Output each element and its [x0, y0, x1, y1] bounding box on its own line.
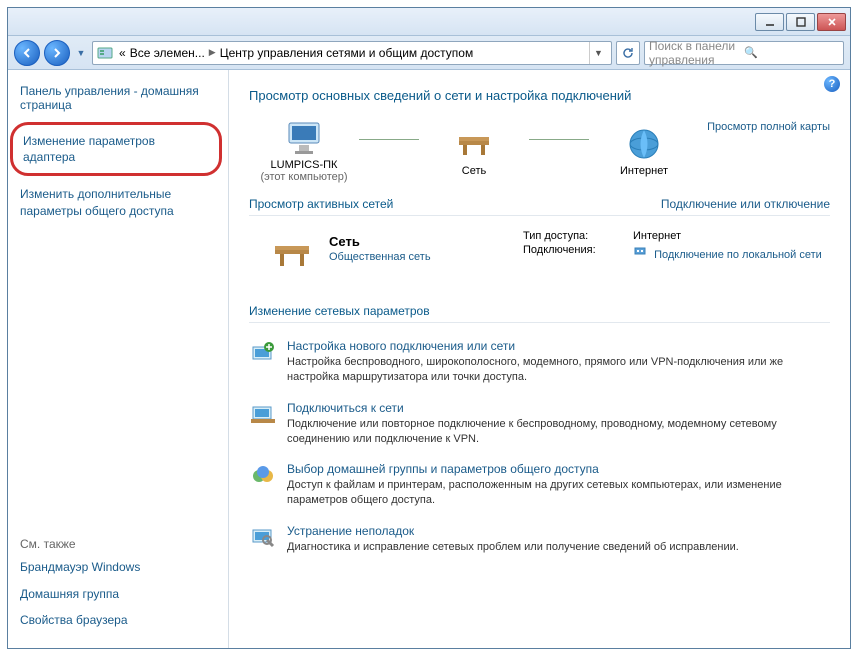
see-also-browser[interactable]: Свойства браузера	[20, 612, 216, 628]
connection-name: Подключение по локальной сети	[654, 249, 822, 261]
sidebar-sharing-settings[interactable]: Изменить дополнительные параметры общего…	[20, 186, 216, 218]
change-settings-title: Изменение сетевых параметров	[249, 304, 430, 318]
full-map-link[interactable]: Просмотр полной карты	[707, 121, 830, 133]
active-network-row: Сеть Общественная сеть Тип доступа: Инте…	[249, 224, 830, 290]
change-settings-header: Изменение сетевых параметров	[249, 300, 830, 323]
task-title[interactable]: Выбор домашней группы и параметров общег…	[287, 462, 599, 476]
map-this-pc[interactable]: LUMPICS-ПК (этот компьютер)	[249, 117, 359, 183]
breadcrumb-1[interactable]: Все элемен...	[130, 46, 205, 60]
connect-network-icon	[249, 401, 277, 429]
active-net-name: Сеть	[329, 234, 509, 249]
active-net-type[interactable]: Общественная сеть	[329, 251, 431, 263]
window-frame: ▼ « Все элемен... ▶ Центр управления сет…	[0, 0, 858, 656]
search-icon: 🔍	[744, 46, 839, 59]
task-homegroup-sharing[interactable]: Выбор домашней группы и параметров общег…	[249, 454, 830, 516]
task-troubleshoot[interactable]: Устранение неполадок Диагностика и испра…	[249, 516, 830, 563]
globe-icon	[623, 123, 665, 165]
task-title[interactable]: Настройка нового подключения или сети	[287, 339, 515, 353]
breadcrumb-2[interactable]: Центр управления сетями и общим доступом	[220, 46, 474, 60]
task-title[interactable]: Устранение неполадок	[287, 524, 414, 538]
sidebar-adapter-settings[interactable]: Изменение параметров адаптера	[10, 122, 222, 176]
connection-line	[359, 139, 419, 140]
troubleshoot-icon	[249, 524, 277, 552]
map-network[interactable]: Сеть	[419, 123, 529, 177]
chevron-right-icon: ▶	[209, 47, 216, 58]
active-network-details: Тип доступа: Интернет Подключения: Подкл…	[523, 230, 830, 276]
nav-history-dropdown[interactable]: ▼	[74, 40, 88, 66]
task-desc: Подключение или повторное подключение к …	[287, 417, 830, 447]
bench-icon	[269, 230, 315, 276]
active-network-info: Сеть Общественная сеть	[329, 230, 509, 276]
task-desc: Диагностика и исправление сетевых пробле…	[287, 540, 739, 555]
connection-link[interactable]: Подключение по локальной сети	[633, 244, 830, 261]
active-networks-title: Просмотр активных сетей	[249, 197, 393, 211]
task-connect-network[interactable]: Подключиться к сети Подключение или повт…	[249, 393, 830, 455]
minimize-button[interactable]	[755, 13, 784, 31]
task-desc: Настройка беспроводного, широкополосного…	[287, 355, 830, 385]
refresh-button[interactable]	[616, 41, 640, 65]
see-also-firewall[interactable]: Брандмауэр Windows	[20, 559, 216, 575]
bench-icon	[453, 123, 495, 165]
see-also-title: См. также	[20, 537, 216, 551]
new-connection-icon	[249, 339, 277, 367]
help-icon[interactable]: ?	[824, 76, 840, 92]
window-inner: ▼ « Все элемен... ▶ Центр управления сет…	[7, 7, 851, 649]
task-new-connection[interactable]: Настройка нового подключения или сети На…	[249, 331, 830, 393]
homegroup-icon	[249, 462, 277, 490]
network-map: LUMPICS-ПК (этот компьютер) Сеть Интерне…	[249, 117, 830, 183]
close-button[interactable]	[817, 13, 846, 31]
access-type-row: Тип доступа: Интернет	[523, 230, 830, 242]
computer-icon	[283, 117, 325, 159]
address-bar[interactable]: « Все элемен... ▶ Центр управления сетям…	[92, 41, 612, 65]
control-panel-icon	[97, 45, 113, 61]
search-placeholder: Поиск в панели управления	[649, 39, 744, 67]
maximize-button[interactable]	[786, 13, 815, 31]
map-internet-label: Интернет	[620, 165, 668, 177]
breadcrumb-prefix: «	[119, 46, 126, 60]
search-input[interactable]: Поиск в панели управления 🔍	[644, 41, 844, 65]
see-also-homegroup[interactable]: Домашняя группа	[20, 586, 216, 602]
map-net-label: Сеть	[462, 165, 486, 177]
connect-disconnect-link[interactable]: Подключение или отключение	[661, 197, 830, 211]
connections-row: Подключения: Подключение по локальной се…	[523, 244, 830, 261]
titlebar[interactable]	[8, 8, 850, 36]
back-button[interactable]	[14, 40, 40, 66]
main-panel: ? Просмотр основных сведений о сети и на…	[228, 70, 850, 648]
map-pc-name: LUMPICS-ПК	[271, 159, 338, 171]
sidebar: Панель управления - домашняя страница Из…	[8, 70, 228, 648]
active-networks-header: Просмотр активных сетей Подключение или …	[249, 193, 830, 216]
connection-line	[529, 139, 589, 140]
task-title[interactable]: Подключиться к сети	[287, 401, 404, 415]
forward-button[interactable]	[44, 40, 70, 66]
content-area: Панель управления - домашняя страница Из…	[8, 70, 850, 648]
nav-bar: ▼ « Все элемен... ▶ Центр управления сет…	[8, 36, 850, 70]
map-internet[interactable]: Интернет	[589, 123, 699, 177]
control-panel-home-link[interactable]: Панель управления - домашняя страница	[20, 84, 216, 112]
address-dropdown[interactable]: ▼	[589, 42, 607, 64]
access-value: Интернет	[633, 230, 830, 242]
ethernet-icon	[633, 244, 647, 261]
page-title: Просмотр основных сведений о сети и наст…	[249, 88, 830, 103]
task-desc: Доступ к файлам и принтерам, расположенн…	[287, 478, 830, 508]
access-label: Тип доступа:	[523, 230, 633, 242]
connections-label: Подключения:	[523, 244, 633, 261]
see-also-section: См. также Брандмауэр Windows Домашняя гр…	[20, 537, 216, 638]
map-pc-sub: (этот компьютер)	[260, 171, 347, 183]
task-list: Настройка нового подключения или сети На…	[249, 331, 830, 563]
